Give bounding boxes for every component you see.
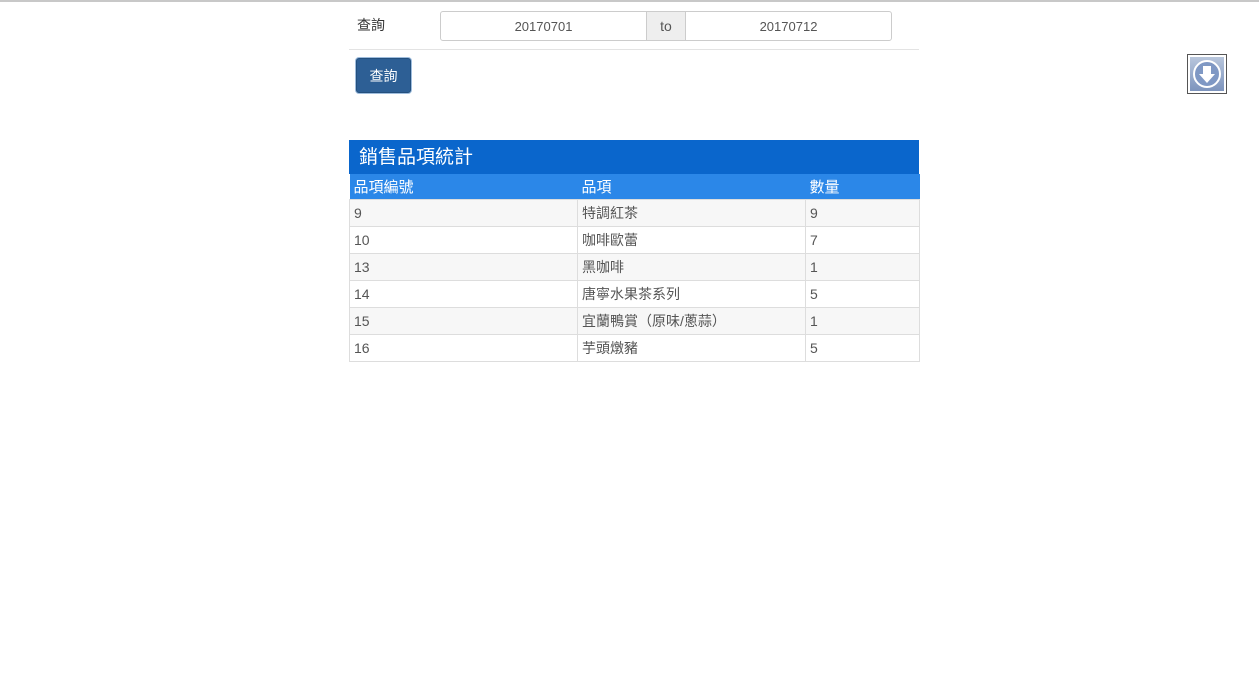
cell-item-id: 9	[349, 199, 578, 227]
table-row: 13 黑咖啡 1	[349, 253, 920, 281]
cell-quantity: 1	[805, 253, 920, 281]
cell-quantity: 5	[805, 280, 920, 308]
column-header-item-name: 品項	[577, 174, 806, 200]
column-header-item-id: 品項編號	[349, 174, 578, 200]
panel-title: 銷售品項統計	[349, 140, 919, 174]
cell-quantity: 9	[805, 199, 920, 227]
table-header-row: 品項編號 品項 數量	[349, 174, 920, 200]
cell-item-name: 黑咖啡	[577, 253, 806, 281]
cell-item-name: 特調紅茶	[577, 199, 806, 227]
column-header-quantity: 數量	[805, 174, 920, 200]
cell-item-id: 13	[349, 253, 578, 281]
date-to-input[interactable]	[685, 11, 892, 41]
table-row: 10 咖啡歐蕾 7	[349, 226, 920, 254]
cell-item-id: 10	[349, 226, 578, 254]
arrow-down-circle-icon	[1190, 57, 1224, 91]
download-button[interactable]	[1187, 54, 1227, 94]
cell-item-name: 芋頭燉豬	[577, 334, 806, 362]
table-row: 15 宜蘭鴨賞（原味/蔥蒜） 1	[349, 307, 920, 335]
range-separator: to	[647, 11, 685, 41]
query-button[interactable]: 查詢	[356, 58, 411, 93]
cell-item-id: 14	[349, 280, 578, 308]
table-row: 9 特調紅茶 9	[349, 199, 920, 227]
cell-item-id: 15	[349, 307, 578, 335]
cell-quantity: 7	[805, 226, 920, 254]
date-filter-row: 查詢 to	[349, 2, 919, 50]
date-from-input[interactable]	[440, 11, 647, 41]
sales-stats-table: 品項編號 品項 數量 9 特調紅茶 9 10 咖啡歐蕾 7 13 黑咖啡 1 1…	[349, 174, 920, 362]
table-row: 16 芋頭燉豬 5	[349, 334, 920, 362]
date-range-group: to	[440, 11, 892, 41]
cell-item-name: 宜蘭鴨賞（原味/蔥蒜）	[577, 307, 806, 335]
cell-item-name: 唐寧水果茶系列	[577, 280, 806, 308]
cell-quantity: 1	[805, 307, 920, 335]
cell-item-name: 咖啡歐蕾	[577, 226, 806, 254]
cell-quantity: 5	[805, 334, 920, 362]
query-form: 查詢 to 查詢	[349, 2, 919, 93]
cell-item-id: 16	[349, 334, 578, 362]
filter-label: 查詢	[357, 17, 385, 33]
table-row: 14 唐寧水果茶系列 5	[349, 280, 920, 308]
sales-stats-panel: 銷售品項統計 品項編號 品項 數量 9 特調紅茶 9 10 咖啡歐蕾 7 13 …	[349, 140, 920, 362]
